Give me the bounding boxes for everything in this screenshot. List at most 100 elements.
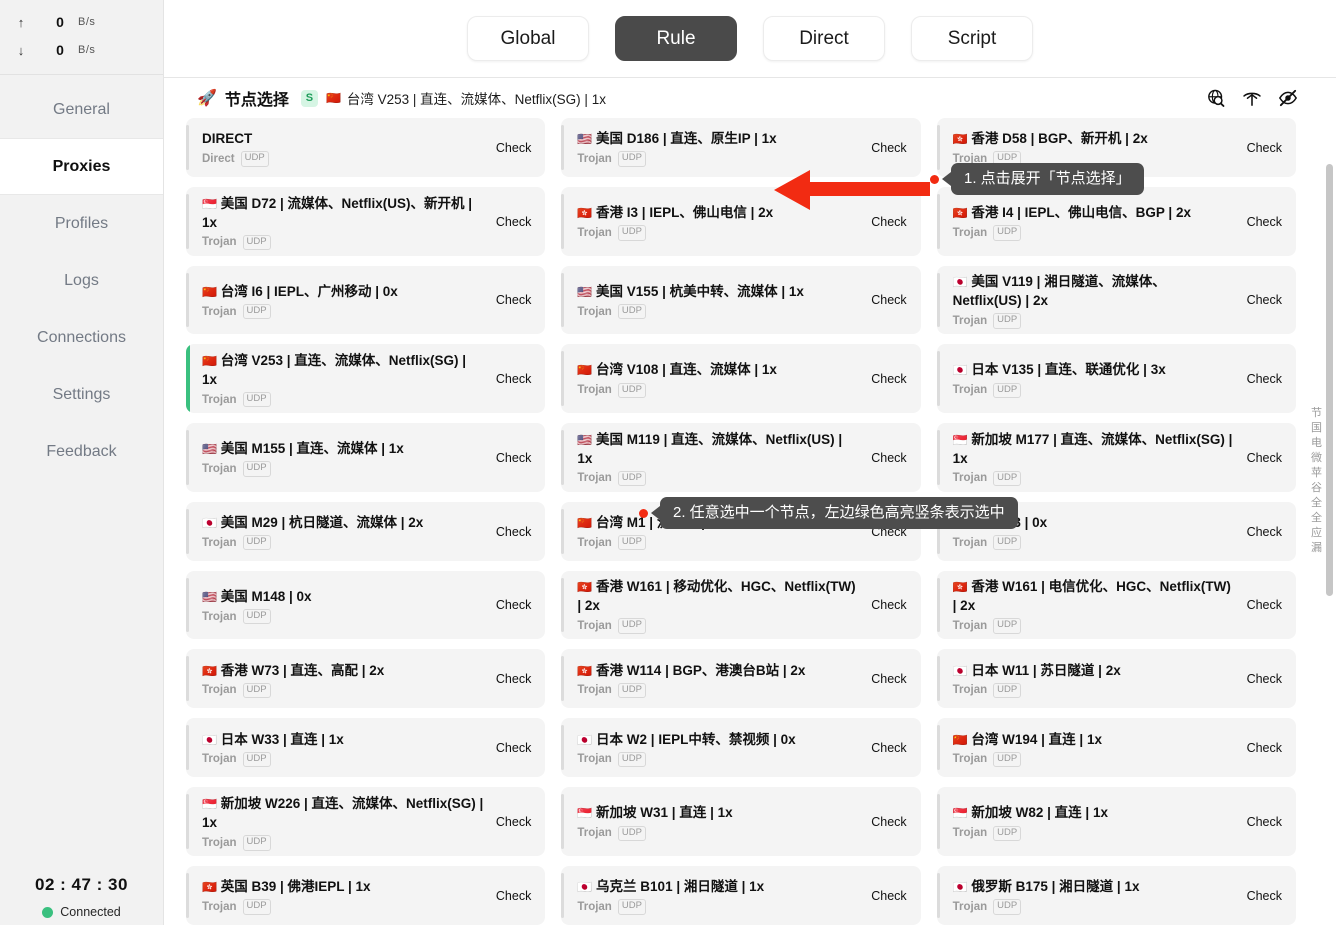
udp-badge: UDP	[993, 151, 1022, 167]
vertical-index-item[interactable]: 全	[1311, 498, 1322, 509]
latency-check-button[interactable]: Check	[1247, 741, 1282, 755]
sidebar-item-feedback[interactable]: Feedback	[0, 423, 163, 480]
proxy-node-card[interactable]: 🇭🇰 香港 W161 | 电信优化、HGC、Netflix(TW) | 2x Tr…	[936, 570, 1296, 640]
vertical-index-item[interactable]: 漏	[1311, 543, 1322, 554]
vertical-index-item[interactable]: 谷	[1311, 483, 1322, 494]
proxy-node-card[interactable]: 🇯🇵 乌克兰 B101 | 湘日隧道 | 1x Trojan UDP Check	[561, 866, 921, 925]
proxy-node-card[interactable]: 🇭🇰 香港 I3 | IEPL、佛山电信 | 2x Trojan UDP Check	[561, 187, 921, 256]
sidebar-item-general[interactable]: General	[0, 81, 163, 138]
proxy-node-card[interactable]: 🇭🇰 香港 W114 | BGP、港澳台B站 | 2x Trojan UDP Chec…	[561, 649, 921, 709]
latency-check-button[interactable]: Check	[871, 451, 906, 465]
proxy-node-card[interactable]: 🇨🇳 台湾 W194 | 直连 | 1x Trojan UDP Check	[936, 718, 1296, 778]
latency-check-button[interactable]: Check	[496, 215, 531, 229]
latency-check-button[interactable]: Check	[871, 372, 906, 386]
proxy-node-card[interactable]: 🇨🇳 台湾 V108 | 直连、流媒体 | 1x Trojan UDP Check	[561, 344, 921, 413]
latency-check-button[interactable]: Check	[496, 141, 531, 155]
latency-check-button[interactable]: Check	[871, 889, 906, 903]
latency-check-button[interactable]: Check	[496, 889, 531, 903]
tab-global[interactable]: Global	[467, 16, 589, 61]
proxy-node-card[interactable]: 🇯🇵 美国 V119 | 湘日隧道、流媒体、Netflix(US) | 2x Tr…	[936, 265, 1296, 335]
proxy-node-card[interactable]: 🇸🇬 新加坡 W31 | 直连 | 1x Trojan UDP Check	[561, 787, 921, 856]
proxy-node-card[interactable]: 🇭🇰 香港 I4 | IEPL、佛山电信、BGP | 2x Trojan UDP Ch…	[936, 187, 1296, 256]
latency-check-button[interactable]: Check	[871, 598, 906, 612]
proxy-node-card[interactable]: 🇭🇰 香港 W73 | 直连、高配 | 2x Trojan UDP Check	[186, 649, 546, 709]
latency-check-button[interactable]: Check	[496, 525, 531, 539]
proxy-node-card[interactable]: 🇨🇳 台湾 I6 | IEPL、广州移动 | 0x Trojan UDP Check	[186, 265, 546, 335]
proxy-node-card[interactable]: 🇺🇸 美国 M148 | 0x Trojan UDP Check	[186, 570, 546, 640]
proxy-node-card[interactable]: 🇯🇵 美国 M29 | 杭日隧道、流媒体 | 2x Trojan UDP Check	[186, 501, 546, 561]
tab-direct[interactable]: Direct	[763, 16, 885, 61]
latency-check-button[interactable]: Check	[496, 598, 531, 612]
latency-check-button[interactable]: Check	[496, 451, 531, 465]
latency-check-button[interactable]: Check	[496, 672, 531, 686]
latency-check-button[interactable]: Check	[1247, 215, 1282, 229]
latency-check-button[interactable]: Check	[1247, 451, 1282, 465]
latency-check-button[interactable]: Check	[496, 372, 531, 386]
globe-search-icon[interactable]	[1206, 88, 1226, 108]
vertical-index-item[interactable]: 电	[1311, 438, 1322, 449]
vertical-index-item[interactable]: 节	[1311, 408, 1322, 419]
latency-check-button[interactable]: Check	[1247, 598, 1282, 612]
latency-check-button[interactable]: Check	[496, 293, 531, 307]
proxy-node-card[interactable]: 🇯🇵 日本 W11 | 苏日隧道 | 2x Trojan UDP Check	[936, 649, 1296, 709]
proxy-node-card[interactable]: 🇺🇸 美国 M155 | 直连、流媒体 | 1x Trojan UDP Check	[186, 422, 546, 492]
proxy-group-header[interactable]: 🚀 节点选择 S 🇨🇳 台湾 V253 | 直连、流媒体、Netflix(SG)…	[164, 78, 1336, 118]
eye-off-icon[interactable]	[1278, 88, 1298, 108]
latency-check-button[interactable]: Check	[1247, 525, 1282, 539]
proxy-node-card[interactable]: 🇸🇬 新加坡 M177 | 直连、流媒体、Netflix(SG) | 1x Tro…	[936, 422, 1296, 492]
latency-check-button[interactable]: Check	[1247, 141, 1282, 155]
proxy-node-card[interactable]: 🇭🇰 香港 D58 | BGP、新开机 | 2x Trojan UDP Check	[936, 118, 1296, 177]
sidebar-item-profiles[interactable]: Profiles	[0, 195, 163, 252]
tab-rule[interactable]: Rule	[615, 16, 737, 61]
proxy-node-card[interactable]: 🇺🇸 美国 V155 | 杭美中转、流媒体 | 1x Trojan UDP Check	[561, 265, 921, 335]
latency-check-button[interactable]: Check	[871, 741, 906, 755]
vertical-index-item[interactable]: 应	[1311, 528, 1322, 539]
proxy-node-card[interactable]: 🇸🇬 美国 D72 | 流媒体、Netflix(US)、新开机 | 1x Troj…	[186, 187, 546, 256]
sidebar-item-logs[interactable]: Logs	[0, 252, 163, 309]
latency-check-button[interactable]: Check	[1247, 815, 1282, 829]
scrollbar-thumb[interactable]	[1326, 164, 1333, 596]
vertical-index-item[interactable]: 国	[1311, 423, 1322, 434]
proxy-node-card[interactable]: DIRECT Direct UDP Check	[186, 118, 546, 177]
latency-check-button[interactable]: Check	[1247, 293, 1282, 307]
latency-check-button[interactable]: Check	[871, 215, 906, 229]
latency-check-button[interactable]: Check	[871, 525, 906, 539]
latency-check-button[interactable]: Check	[871, 293, 906, 307]
sidebar-item-settings[interactable]: Settings	[0, 366, 163, 423]
vertical-index-item[interactable]: 微	[1311, 453, 1322, 464]
proxy-node-card[interactable]: 🇺🇸 美国 M119 | 直连、流媒体、Netflix(US) | 1x Troj…	[561, 422, 921, 492]
proxy-node-card[interactable]: 🇨🇳 台湾 M1 | 流媒体 | 0x Trojan UDP Check	[561, 501, 921, 561]
proxy-node-card[interactable]: 🇨🇳 台湾 V253 | 直连、流媒体、Netflix(SG) | 1x Troj…	[186, 344, 546, 413]
proxy-protocol-label: Trojan	[202, 684, 237, 697]
proxy-protocol-label: Trojan	[202, 753, 237, 766]
vertical-group-index[interactable]: 节国电微苹谷全全应漏	[1311, 408, 1322, 554]
sidebar-item-proxies[interactable]: Proxies	[0, 138, 163, 195]
proxy-node-name: 美国 D186 | 直连、原生IP | 1x	[596, 131, 777, 147]
latency-check-button[interactable]: Check	[496, 741, 531, 755]
latency-check-button[interactable]: Check	[871, 672, 906, 686]
latency-check-button[interactable]: Check	[1247, 372, 1282, 386]
latency-check-button[interactable]: Check	[871, 815, 906, 829]
tab-label: Script	[947, 27, 997, 49]
proxy-node-card[interactable]: 🇯🇵 日本 W2 | IEPL中转、禁视频 | 0x Trojan UDP Check	[561, 718, 921, 778]
proxy-node-card[interactable]: 🇯🇵 日本 M3 | 0x Trojan UDP Check	[936, 501, 1296, 561]
latency-check-button[interactable]: Check	[1247, 889, 1282, 903]
proxy-node-card[interactable]: 🇯🇵 日本 V135 | 直连、联通优化 | 3x Trojan UDP Check	[936, 344, 1296, 413]
latency-check-button[interactable]: Check	[1247, 672, 1282, 686]
latency-check-button[interactable]: Check	[496, 815, 531, 829]
tab-script[interactable]: Script	[911, 16, 1033, 61]
proxy-node-card[interactable]: 🇭🇰 香港 W161 | 移动优化、HGC、Netflix(TW) | 2x Tr…	[561, 570, 921, 640]
vertical-index-item[interactable]: 苹	[1311, 468, 1322, 479]
proxy-node-card[interactable]: 🇯🇵 日本 W33 | 直连 | 1x Trojan UDP Check	[186, 718, 546, 778]
proxy-node-card[interactable]: 🇯🇵 俄罗斯 B175 | 湘日隧道 | 1x Trojan UDP Check	[936, 866, 1296, 925]
vertical-index-item[interactable]: 全	[1311, 513, 1322, 524]
speed-test-icon[interactable]	[1242, 88, 1262, 108]
proxy-node-meta: Trojan UDP	[577, 899, 859, 915]
proxy-node-card[interactable]: 🇸🇬 新加坡 W82 | 直连 | 1x Trojan UDP Check	[936, 787, 1296, 856]
vertical-scrollbar[interactable]	[1326, 164, 1333, 925]
latency-check-button[interactable]: Check	[871, 141, 906, 155]
sidebar-item-connections[interactable]: Connections	[0, 309, 163, 366]
proxy-node-card[interactable]: 🇭🇰 英国 B39 | 佛港IEPL | 1x Trojan UDP Check	[186, 866, 546, 925]
proxy-node-card[interactable]: 🇸🇬 新加坡 W226 | 直连、流媒体、Netflix(SG) | 1x Tro…	[186, 787, 546, 856]
proxy-node-card[interactable]: 🇺🇸 美国 D186 | 直连、原生IP | 1x Trojan UDP Check	[561, 118, 921, 177]
